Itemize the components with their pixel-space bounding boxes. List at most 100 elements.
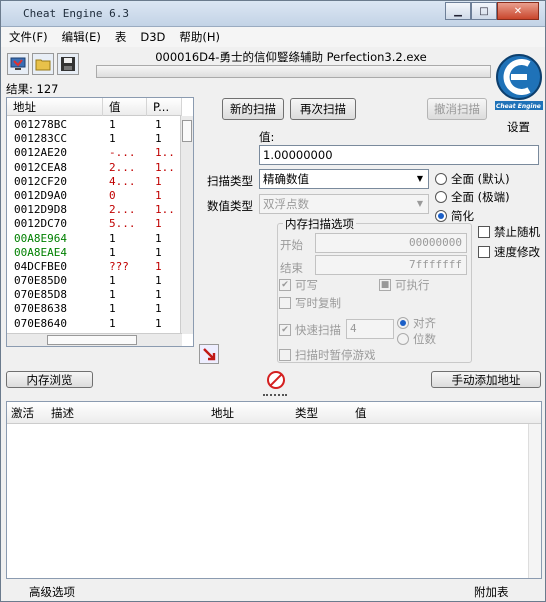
save-button[interactable] — [57, 53, 79, 75]
address-list-horizontal-scrollbar[interactable] — [7, 333, 182, 346]
address-row[interactable]: 070E8640 1 1 — [7, 317, 182, 331]
row-address: 0012DC70 — [14, 217, 67, 231]
scroll-thumb[interactable] — [47, 335, 137, 345]
radio-full-extreme-label: 全面 (极端) — [451, 190, 510, 204]
start-address-input[interactable]: 00000000 — [315, 233, 467, 253]
menu-table[interactable]: 表 — [115, 29, 127, 45]
stop-icon[interactable] — [267, 371, 285, 389]
panel-splitter[interactable] — [263, 394, 287, 397]
column-value[interactable]: 值 — [355, 405, 367, 421]
menu-file[interactable]: 文件(F) — [9, 29, 48, 45]
writable-checkbox[interactable]: ✔ 可写 — [279, 277, 318, 293]
address-row[interactable]: 070E85D8 1 1 — [7, 288, 182, 302]
executable-checkbox[interactable]: ■ 可执行 — [379, 277, 430, 293]
menu-help[interactable]: 帮助(H) — [179, 29, 220, 45]
next-scan-button[interactable]: 再次扫描 — [290, 98, 356, 120]
maximize-button[interactable]: □ — [471, 2, 497, 20]
address-row[interactable]: 0012CEA8 2... 1.. — [7, 161, 182, 175]
column-value[interactable]: 值 — [103, 98, 147, 116]
pause-game-checkbox[interactable]: 扫描时暂停游戏 — [279, 347, 376, 363]
floppy-disk-icon — [61, 57, 75, 71]
checkbox-box — [478, 226, 490, 238]
row-previous: 1 — [155, 316, 162, 330]
scan-value-input[interactable]: 1.00000000 — [259, 145, 539, 165]
fast-scan-label: 快速扫描 — [295, 323, 341, 337]
add-address-manually-button[interactable]: 手动添加地址 — [431, 371, 541, 388]
scan-type-select[interactable]: 精确数值 ▼ — [259, 169, 429, 189]
undo-scan-button[interactable]: 撤消扫描 — [427, 98, 487, 120]
address-list-vertical-scrollbar[interactable] — [180, 116, 193, 334]
speedhack-checkbox[interactable]: 速度修改 — [478, 244, 540, 260]
fast-scan-input[interactable]: 4 — [346, 319, 394, 339]
column-type[interactable]: 类型 — [295, 405, 318, 421]
toolbar — [7, 53, 79, 75]
process-title: 000016D4-勇士的信仰豎绦辅助 Perfection3.2.exe — [155, 50, 427, 64]
radio-simple[interactable]: 简化 — [435, 208, 474, 224]
value-label: 值: — [259, 130, 275, 144]
table-extras-link[interactable]: 附加表 — [474, 584, 509, 600]
disable-random-checkbox[interactable]: 禁止随机 — [478, 224, 540, 240]
address-row[interactable]: 070E85D0 1 1 — [7, 274, 182, 288]
last-digits-radio[interactable]: 位数 — [397, 331, 436, 347]
cheat-table[interactable]: 激活 描述 地址 类型 值 — [6, 401, 542, 579]
advanced-options-link[interactable]: 高级选项 — [29, 584, 75, 600]
found-address-list[interactable]: 地址 值 P... 001278BC 1 1 001283CC 1 1 0012AE20 -.… — [6, 97, 194, 347]
row-address: 0012D9D8 — [14, 203, 67, 217]
title-bar[interactable]: Cheat Engine 6.3 ▁ □ ✕ — [1, 1, 545, 27]
row-previous: 1 — [155, 274, 162, 288]
fast-scan-checkbox[interactable]: ✔ 快速扫描 — [279, 322, 341, 338]
new-scan-button[interactable]: 新的扫描 — [222, 98, 284, 120]
address-row[interactable]: 070E8638 1 1 — [7, 302, 182, 316]
address-row[interactable]: 001278BC 1 1 — [7, 118, 182, 132]
menu-d3d[interactable]: D3D — [140, 30, 165, 44]
settings-link[interactable]: 设置 — [507, 119, 530, 135]
window-title: Cheat Engine 6.3 — [23, 7, 129, 20]
open-process-button[interactable] — [7, 53, 29, 75]
close-button[interactable]: ✕ — [497, 2, 539, 20]
radio-simple-label: 简化 — [451, 209, 474, 223]
menu-edit[interactable]: 编辑(E) — [62, 29, 101, 45]
cheat-engine-logo[interactable]: Cheat Engine — [493, 53, 545, 119]
address-row[interactable]: 00A8EAE4 1 1 — [7, 246, 182, 260]
row-address: 070E8638 — [14, 302, 67, 316]
cheat-table-body[interactable] — [7, 424, 541, 578]
address-row[interactable]: 0012D9D8 2... 1.. — [7, 203, 182, 217]
address-row[interactable]: 0012AE20 -... 1.. — [7, 146, 182, 160]
radio-full-default[interactable]: 全面 (默认) — [435, 171, 510, 187]
checkbox-indeterminate: ■ — [379, 279, 391, 291]
checkbox-box — [279, 349, 291, 361]
alignment-radio[interactable]: 对齐 — [397, 315, 436, 331]
row-address: 00A8E964 — [14, 231, 67, 245]
executable-label: 可执行 — [395, 278, 430, 292]
column-active[interactable]: 激活 — [11, 405, 34, 421]
cheat-table-vertical-scrollbar[interactable] — [528, 424, 541, 578]
address-row[interactable]: 0012CF20 4... 1 — [7, 175, 182, 189]
copy-on-write-checkbox[interactable]: 写时复制 — [279, 295, 341, 311]
address-row[interactable]: 001283CC 1 1 — [7, 132, 182, 146]
column-previous[interactable]: P... — [147, 98, 182, 116]
row-previous: 1 — [155, 188, 162, 202]
minimize-button[interactable]: ▁ — [445, 2, 471, 20]
row-value: 1 — [109, 302, 116, 316]
radio-full-extreme[interactable]: 全面 (极端) — [435, 189, 510, 205]
address-row[interactable]: 0012DC70 5... 1 — [7, 217, 182, 231]
row-address: 0012AE20 — [14, 146, 67, 160]
add-to-table-button[interactable] — [199, 344, 219, 364]
folder-icon — [35, 59, 51, 71]
column-address[interactable]: 地址 — [211, 405, 234, 421]
address-row[interactable]: 0012D9A0 0 1 — [7, 189, 182, 203]
address-row[interactable]: 04DCFBE0??? 1 — [7, 260, 182, 274]
row-previous: 1.. — [155, 160, 175, 174]
memory-view-button[interactable]: 内存浏览 — [6, 371, 93, 388]
column-description[interactable]: 描述 — [51, 405, 74, 421]
value-type-select[interactable]: 双浮点数 ▼ — [259, 194, 429, 214]
open-file-button[interactable] — [32, 53, 54, 75]
scroll-thumb[interactable] — [182, 120, 192, 142]
row-address: 0012CEA8 — [14, 160, 67, 174]
row-value: 1 — [109, 288, 116, 302]
address-row[interactable]: 00A8E964 1 1 — [7, 232, 182, 246]
stop-address-input[interactable]: 7fffffff — [315, 255, 467, 275]
scan-type-label: 扫描类型 — [207, 174, 253, 188]
column-address[interactable]: 地址 — [7, 98, 103, 116]
scan-progress-bar — [96, 65, 491, 78]
